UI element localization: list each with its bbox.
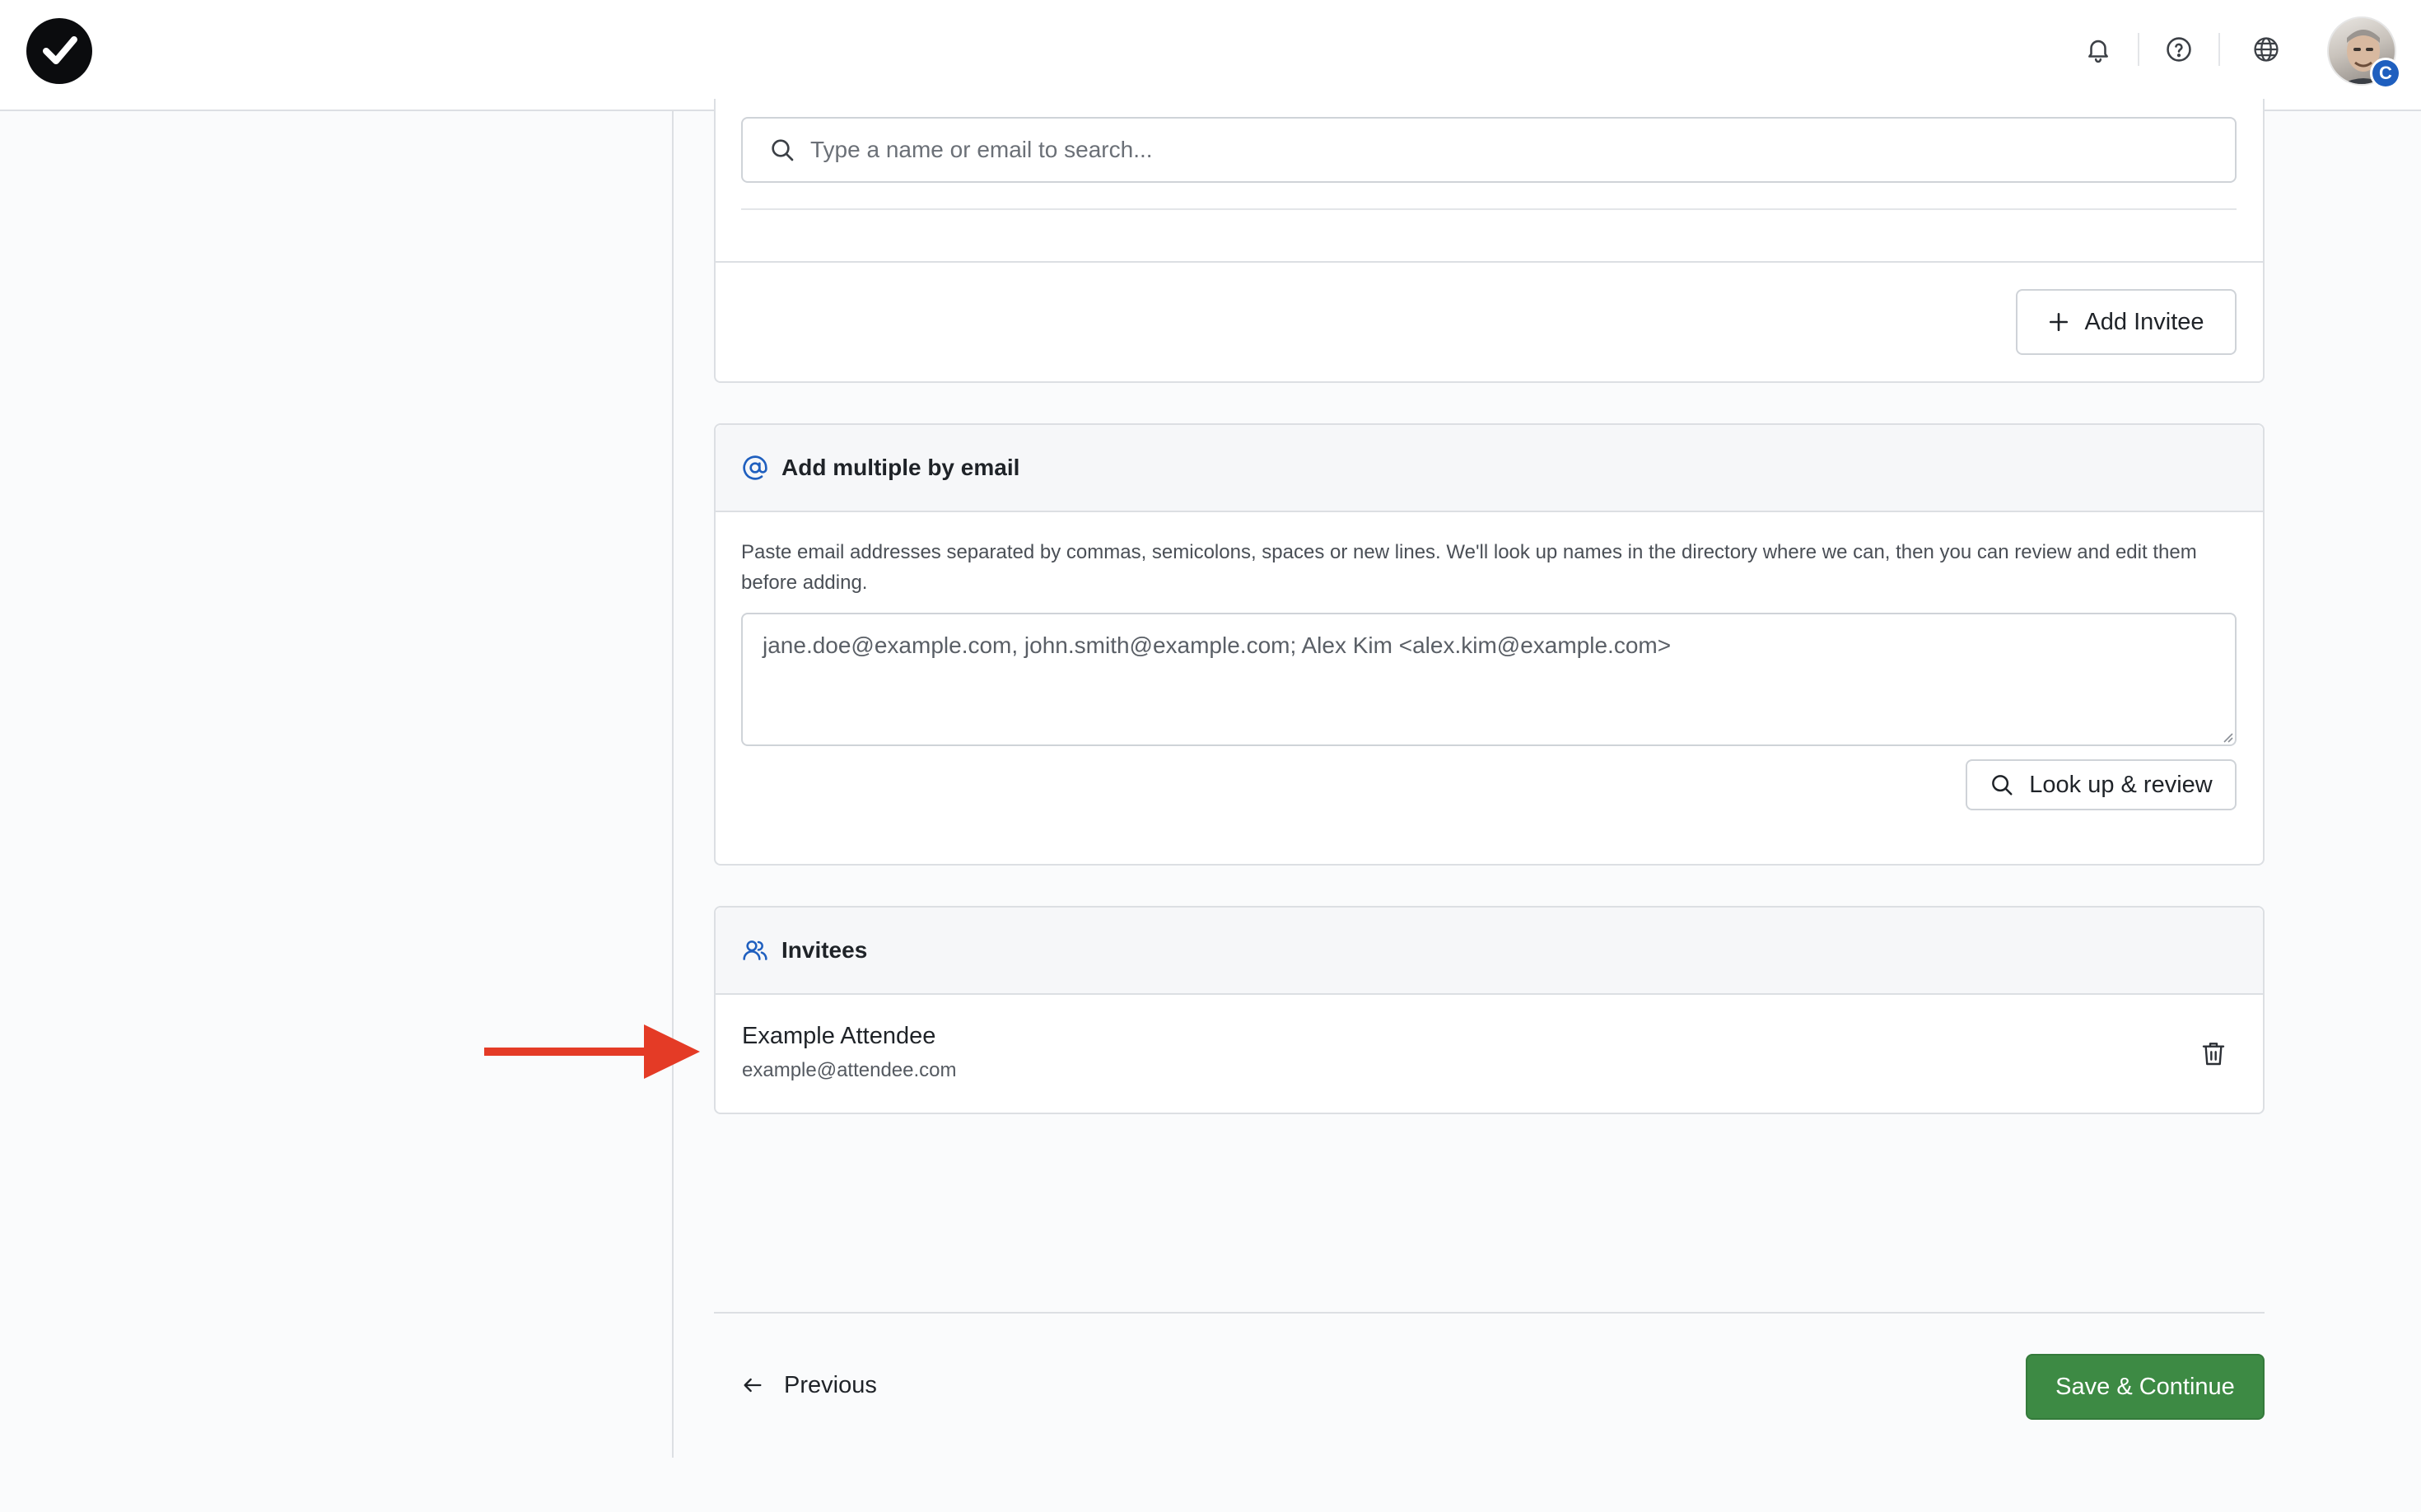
card-footer-divider (716, 261, 2263, 263)
avatar-badge: C (2370, 58, 2401, 89)
previous-label: Previous (784, 1371, 877, 1398)
avatar[interactable]: C (2327, 16, 2401, 89)
invitees-card: Invitees (714, 906, 2265, 1114)
globe-icon[interactable] (2246, 30, 2286, 69)
annotation-arrow-icon (484, 1024, 700, 1079)
resize-handle-icon[interactable] (2220, 730, 2233, 743)
add-invitee-button[interactable]: Add Invitee (2016, 289, 2237, 355)
previous-button[interactable]: Previous (741, 1362, 877, 1408)
invitee-email: example@attendee.com (742, 1059, 957, 1081)
search-icon (772, 139, 794, 161)
search-divider (741, 208, 2237, 210)
bell-icon[interactable] (2078, 30, 2118, 69)
users-icon (743, 940, 767, 960)
toolbar-separator (2138, 33, 2139, 66)
search-input[interactable] (810, 137, 2128, 163)
invitee-name: Example Attendee (742, 1023, 936, 1049)
help-circle-icon[interactable] (2159, 30, 2199, 69)
delete-invitee-button[interactable] (2197, 1036, 2230, 1072)
bulk-email-title: Add multiple by email (781, 455, 1020, 480)
plus-icon (2050, 312, 2069, 332)
save-continue-button[interactable]: Save & Continue (2026, 1354, 2265, 1420)
search-icon (1992, 775, 2013, 796)
toolbar-separator (2218, 33, 2220, 66)
arrow-left-icon (744, 1378, 762, 1393)
invitees-header: Invitees (716, 908, 2263, 995)
checkmark-logo-icon[interactable] (26, 18, 92, 84)
bulk-email-helper-text: Paste email addresses separated by comma… (741, 541, 2197, 594)
at-sign-icon (743, 455, 767, 480)
footer-divider (714, 1312, 2265, 1314)
save-continue-label: Save & Continue (2055, 1373, 2235, 1400)
look-up-review-label: Look up & review (2029, 771, 2213, 798)
bulk-email-header: Add multiple by email (716, 425, 2263, 512)
top-bar: C (0, 0, 2421, 111)
look-up-review-button[interactable]: Look up & review (1966, 759, 2237, 810)
trash-icon (2202, 1043, 2225, 1066)
add-invitee-label: Add Invitee (2084, 308, 2204, 335)
search-input-wrapper[interactable] (741, 117, 2237, 183)
bulk-email-textarea[interactable]: jane.doe@example.com, john.smith@example… (741, 613, 2237, 746)
sidebar-divider (672, 111, 674, 1458)
invitees-title: Invitees (781, 937, 868, 963)
